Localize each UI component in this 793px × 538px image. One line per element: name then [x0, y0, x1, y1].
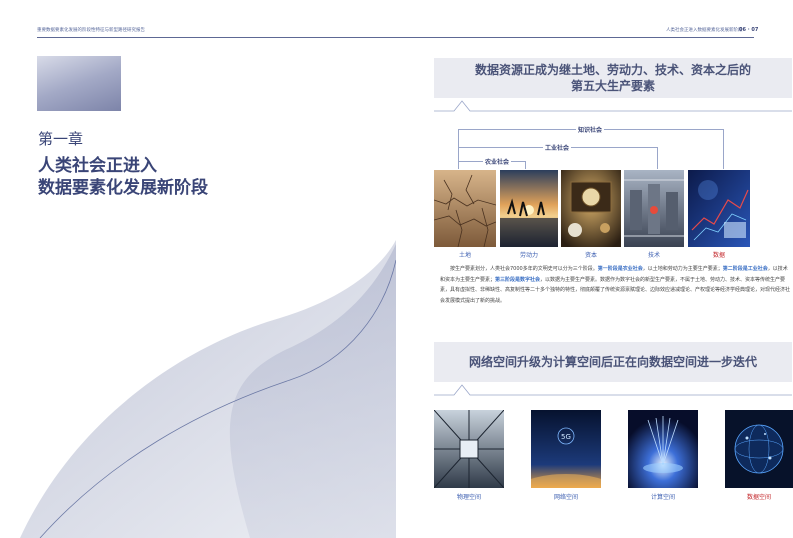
5g-badge: 5G: [561, 433, 571, 441]
space-caption: 网络空间: [553, 494, 579, 501]
chapter-title-line: 数据要素化发展新阶段: [38, 178, 208, 198]
data-space-photo: [725, 410, 793, 488]
heading-underline: [434, 100, 792, 112]
chapter-label: 第一章: [38, 130, 84, 148]
factor-caption: 资本: [584, 252, 598, 259]
space-caption: 计算空间: [650, 494, 676, 501]
factor-caption: 劳动力: [519, 252, 539, 259]
paragraph-text: ，以土地和劳动力为主要生产要素；: [642, 266, 723, 272]
era-label: 工业社会: [542, 143, 572, 152]
running-header: 人类社会正进入数据要素化发展新阶段: [666, 28, 743, 33]
section-heading: 数据资源正成为继土地、劳动力、技术、资本之后的 第五大生产要素: [434, 58, 792, 98]
body-paragraph: 按生产要素划分，人类社会7000多年的文明史可以分为三个阶段。第一阶段是农业社会…: [440, 264, 790, 306]
technology-photo: [624, 170, 684, 247]
factor-caption: 技术: [647, 252, 661, 259]
labor-photo: [500, 170, 558, 247]
heading-underline: [434, 384, 792, 396]
physical-space-photo: [434, 410, 504, 488]
compute-space-photo: [628, 410, 698, 488]
page-numbers: 06 · 07: [739, 27, 759, 33]
era-label: 农业社会: [482, 157, 512, 166]
section-heading-line: 数据资源正成为继土地、劳动力、技术、资本之后的: [474, 63, 751, 77]
data-photo: [688, 170, 750, 247]
section-heading-line: 第五大生产要素: [570, 79, 655, 93]
chapter-title: 人类社会正进入 数据要素化发展新阶段: [38, 155, 208, 199]
space-caption: 物理空间: [456, 494, 482, 501]
left-page: 重要数据要素化发展的阶段性特征与新型路径研究报告 第一章 人类社会正进入 数据要…: [0, 0, 396, 538]
chapter-color-block: [37, 56, 121, 111]
space-caption-highlight: 数据空间: [746, 494, 772, 501]
paragraph-emphasis: 第三阶段是数字社会: [495, 276, 541, 283]
paragraph-emphasis: 第一阶段是农业社会: [597, 266, 643, 272]
right-page: 人类社会正进入数据要素化发展新阶段 06 · 07 数据资源正成为继土地、劳动力…: [396, 0, 793, 538]
network-space-photo: 5G: [531, 410, 601, 488]
chapter-title-line: 人类社会正进入: [38, 156, 157, 176]
factor-caption-highlight: 数据: [712, 252, 726, 259]
section-heading: 网络空间升级为计算空间后正在向数据空间进一步迭代: [434, 342, 792, 382]
era-label: 知识社会: [575, 125, 605, 134]
header-rule: [37, 37, 396, 38]
running-header: 重要数据要素化发展的阶段性特征与新型路径研究报告: [37, 28, 145, 33]
factor-caption: 土地: [458, 252, 472, 259]
paragraph-emphasis: 第二阶段是工业社会: [722, 266, 768, 272]
header-rule: [396, 37, 754, 38]
section-heading-line: 网络空间升级为计算空间后正在向数据空间进一步迭代: [468, 355, 757, 369]
land-photo: [434, 170, 496, 247]
capital-photo: [561, 170, 621, 247]
paragraph-text: 按生产要素划分，人类社会7000多年的文明史可以分为三个阶段。: [450, 266, 598, 272]
